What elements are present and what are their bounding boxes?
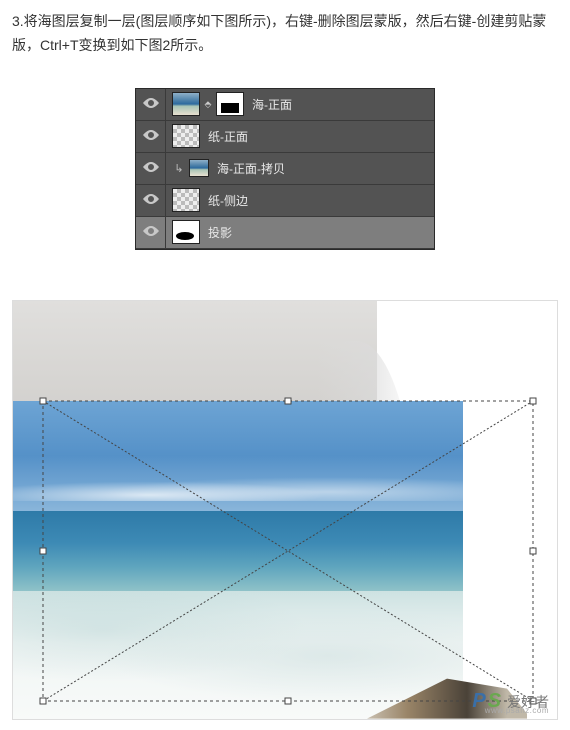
foam <box>13 591 463 720</box>
layer-row[interactable]: ⬘ 海-正面 <box>136 89 434 121</box>
visibility-toggle[interactable] <box>136 185 166 216</box>
watermark-p: P <box>472 690 485 713</box>
layer-row[interactable]: ↳ 海-正面-拷贝 <box>136 153 434 185</box>
layer-row[interactable]: 纸-正面 <box>136 121 434 153</box>
mask-thumb[interactable] <box>216 92 244 116</box>
layer-thumb[interactable] <box>172 92 200 116</box>
layer-thumb[interactable] <box>172 124 200 148</box>
sky <box>13 401 463 511</box>
layer-thumbnails: ⬘ <box>166 92 244 116</box>
eye-icon <box>143 191 159 209</box>
layer-thumb[interactable] <box>172 220 200 244</box>
layer-name-label[interactable]: 纸-侧边 <box>200 192 434 209</box>
eye-icon <box>143 223 159 241</box>
layer-thumb[interactable] <box>189 159 209 177</box>
layer-thumbnails: ↳ <box>166 159 209 177</box>
layer-row[interactable]: 投影 <box>136 217 434 249</box>
sea-layer <box>13 401 463 720</box>
layer-name-label[interactable]: 海-正面 <box>244 96 434 113</box>
canvas-preview: P S 爱好者 www.psahz.com <box>12 300 558 720</box>
clip-arrow-icon: ↳ <box>172 162 186 175</box>
layer-thumbnails <box>166 124 200 148</box>
eye-icon <box>143 95 159 113</box>
step-instruction: 3.将海图层复制一层(图层顺序如下图所示)，右键-删除图层蒙版，然后右键-创建剪… <box>12 10 558 58</box>
layer-name-label[interactable]: 纸-正面 <box>200 128 434 145</box>
layer-thumbnails <box>166 188 200 212</box>
link-icon: ⬘ <box>203 99 213 110</box>
watermark: P S 爱好者 www.psahz.com <box>472 690 549 713</box>
layer-name-label[interactable]: 投影 <box>200 224 434 241</box>
layers-panel: ⬘ 海-正面 纸-正面 ↳ 海-正面-拷贝 <box>135 88 435 250</box>
eye-icon <box>143 159 159 177</box>
visibility-toggle[interactable] <box>136 217 166 248</box>
layer-row[interactable]: 纸-侧边 <box>136 185 434 217</box>
layer-name-label[interactable]: 海-正面-拷贝 <box>209 160 434 177</box>
layer-thumbnails <box>166 220 200 244</box>
visibility-toggle[interactable] <box>136 89 166 120</box>
watermark-url: www.psahz.com <box>485 706 549 715</box>
visibility-toggle[interactable] <box>136 153 166 184</box>
ocean <box>13 511 463 591</box>
eye-icon <box>143 127 159 145</box>
layer-thumb[interactable] <box>172 188 200 212</box>
visibility-toggle[interactable] <box>136 121 166 152</box>
